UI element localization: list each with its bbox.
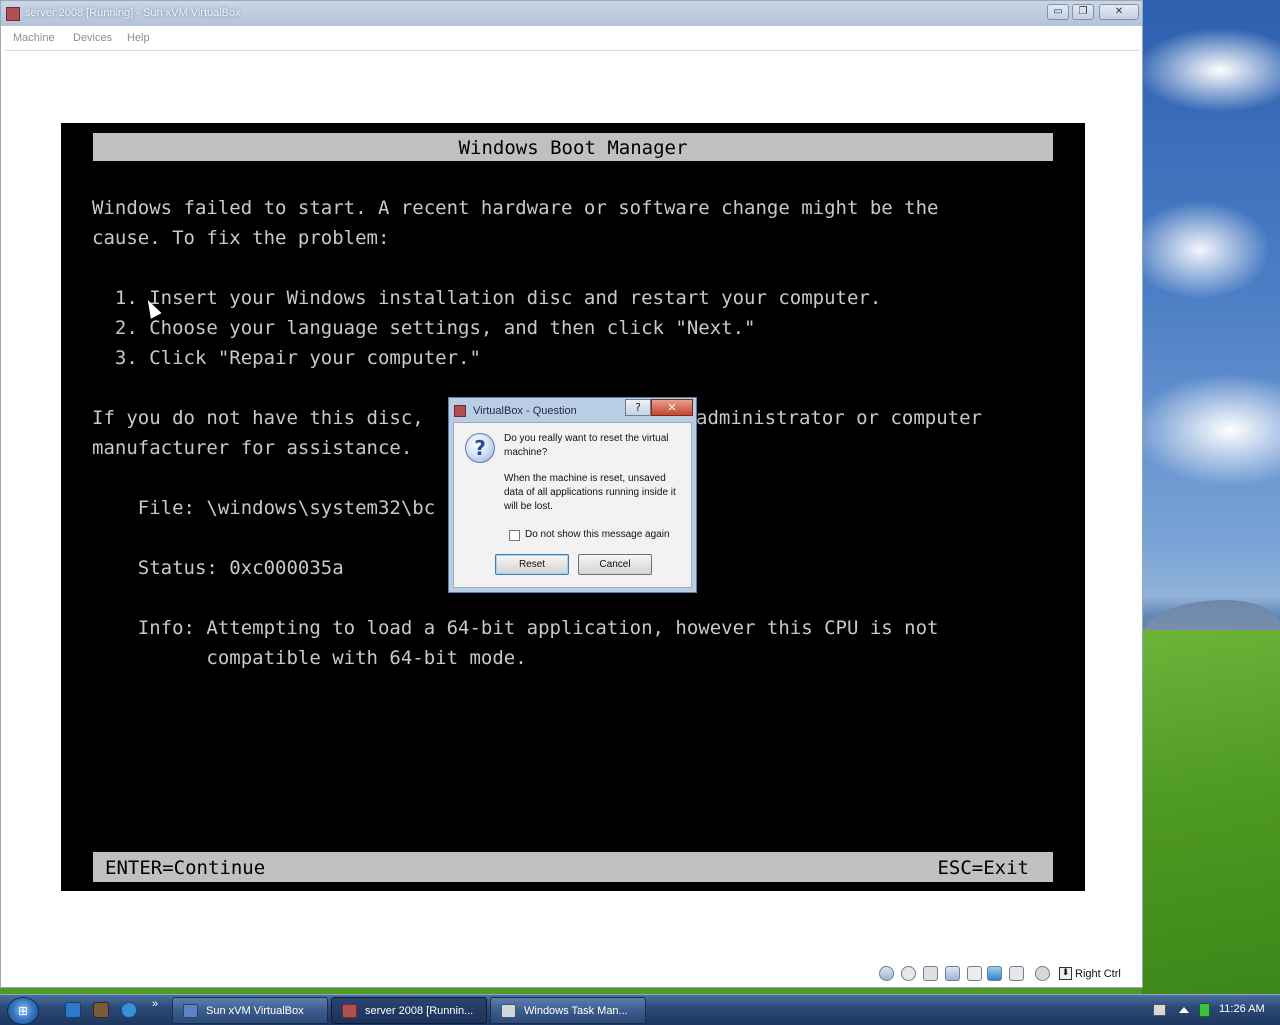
footer-enter-continue: ENTER=Continue [105,857,266,879]
battery-icon[interactable] [1199,1003,1210,1017]
virtualbox-dialog-icon [454,405,466,417]
boot-step-3: 3. Click "Repair your computer." [92,347,481,369]
host-key-arrow-icon: ⬇ [1059,967,1072,980]
dialog-help-button[interactable]: ? [625,399,651,416]
dont-show-again-label[interactable]: Do not show this message again [525,529,670,540]
cd-icon[interactable] [901,966,916,981]
quick-launch-more-icon[interactable]: » [152,998,158,1010]
boot-manager-footer: ENTER=Continue ESC=Exit [93,852,1053,882]
reset-button[interactable]: Reset [495,554,569,575]
floppy-icon[interactable] [923,966,938,981]
cancel-button[interactable]: Cancel [578,554,652,575]
desktop-grass [1142,630,1280,994]
dont-show-again-checkbox[interactable] [509,530,520,541]
boot-manager-header: Windows Boot Manager [93,133,1053,161]
boot-file-line: File: \windows\system32\bc [92,497,436,519]
taskbar-clock[interactable]: 11:26 AM [1219,1003,1265,1015]
taskbar-button-label: server 2008 [Runnin... [365,1005,474,1017]
usb-icon[interactable] [967,966,982,981]
taskbar-button-virtualbox[interactable]: Sun xVM VirtualBox [172,997,328,1024]
virtualbox-cube-icon [183,1004,198,1018]
question-icon: ? [465,433,495,463]
taskbar-button-task-manager[interactable]: Windows Task Man... [490,997,646,1024]
task-manager-icon [501,1004,516,1018]
start-button[interactable]: ⊞ [7,997,39,1025]
keyboard-icon[interactable] [1153,1004,1166,1016]
taskbar-button-label: Windows Task Man... [524,1005,628,1017]
window-title: server 2008 [Running] - Sun xVM VirtualB… [25,7,241,19]
dialog-title: VirtualBox - Question [473,405,577,417]
show-hidden-icons-icon[interactable] [1179,1007,1189,1013]
boot-message-line1: Windows failed to start. A recent hardwa… [92,197,939,219]
minimize-button[interactable]: ▭ [1047,4,1069,20]
dialog-body: ? Do you really want to reset the virtua… [453,422,692,588]
close-button[interactable]: ✕ [1099,4,1139,20]
boot-step-2: 2. Choose your language settings, and th… [92,317,756,339]
quick-launch-tool-icon[interactable] [93,1002,109,1018]
shared-folders-icon[interactable] [987,966,1002,981]
display-icon[interactable] [1009,966,1024,981]
boot-para2-line2: manufacturer for assistance. [92,437,413,459]
dialog-titlebar[interactable]: VirtualBox - Question ? ✕ [449,398,696,422]
window-titlebar[interactable]: server 2008 [Running] - Sun xVM VirtualB… [1,1,1142,26]
system-tray: 11:26 AM [1145,995,1280,1025]
taskbar: ⊞ » Sun xVM VirtualBox server 2008 [Runn… [0,994,1280,1025]
boot-para2-line1-left: If you do not have this disc, [92,407,424,429]
internet-explorer-icon[interactable] [65,1002,81,1018]
menu-bar: Machine Devices Help [5,28,1140,51]
network-icon[interactable] [945,966,960,981]
boot-manager-title: Windows Boot Manager [458,137,688,159]
quick-launch-browser-icon[interactable] [121,1002,137,1018]
menu-help[interactable]: Help [127,32,150,44]
boot-message-line2: cause. To fix the problem: [92,227,390,249]
dialog-close-button[interactable]: ✕ [651,399,693,416]
boot-info-line1: Info: Attempting to load a 64-bit applic… [92,617,939,639]
menu-machine[interactable]: Machine [13,32,55,44]
maximize-button[interactable]: ❐ [1072,4,1094,20]
taskbar-button-label: Sun xVM VirtualBox [206,1005,304,1017]
virtualbox-window: server 2008 [Running] - Sun xVM VirtualB… [0,0,1143,988]
boot-status-line: Status: 0xc000035a [92,557,344,579]
mouse-integration-icon[interactable] [1035,966,1050,981]
boot-info-line2: compatible with 64-bit mode. [92,647,527,669]
dialog-message-question: Do you really want to reset the virtual … [504,433,669,458]
vm-window-icon [342,1004,357,1018]
menu-devices[interactable]: Devices [73,32,112,44]
virtualbox-app-icon [6,7,20,21]
taskbar-button-server-2008[interactable]: server 2008 [Runnin... [331,997,487,1024]
boot-step-1: 1. Insert your Windows installation disc… [92,287,882,309]
hard-disk-icon[interactable] [879,966,894,981]
reset-question-dialog: VirtualBox - Question ? ✕ ? Do you reall… [448,397,697,593]
dialog-message-warning: When the machine is reset, unsaved data … [504,473,676,512]
boot-para2-line1-right: administrator or computer [696,407,982,429]
footer-esc-exit: ESC=Exit [937,857,1029,879]
host-key-label: Right Ctrl [1075,968,1121,980]
